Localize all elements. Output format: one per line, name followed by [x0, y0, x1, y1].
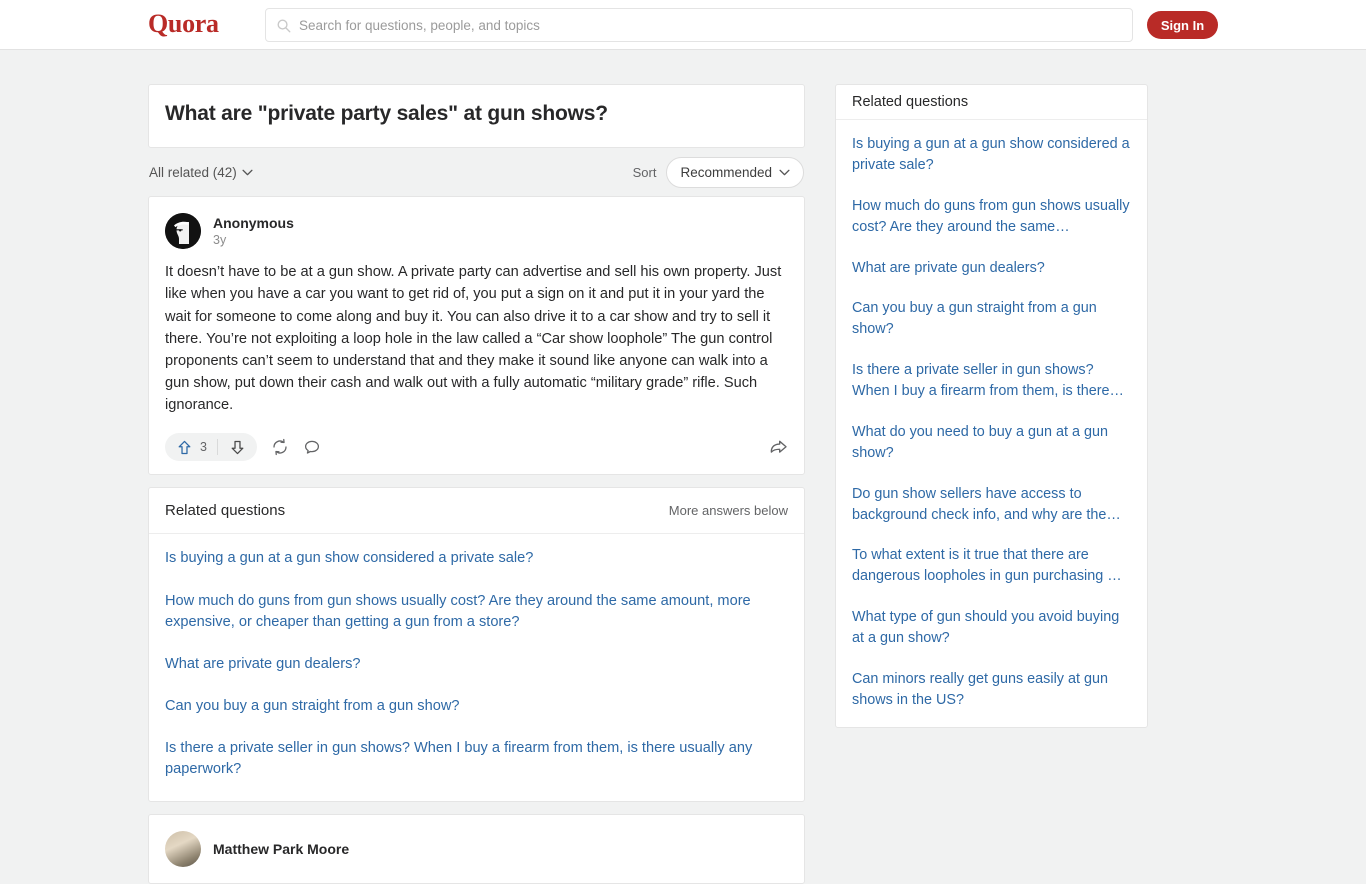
- downvote-button[interactable]: [218, 439, 257, 456]
- author-name[interactable]: Matthew Park Moore: [213, 841, 349, 857]
- list-item[interactable]: How much do guns from gun shows usually …: [165, 591, 788, 633]
- share-button[interactable]: [769, 438, 788, 457]
- sidebar-related-title: Related questions: [852, 94, 969, 110]
- all-related-label: All related (42): [149, 164, 237, 180]
- list-item[interactable]: Is there a private seller in gun shows? …: [165, 738, 788, 780]
- list-item[interactable]: Can you buy a gun straight from a gun sh…: [852, 298, 1131, 340]
- search-icon: [277, 19, 291, 32]
- list-item[interactable]: To what extent is it true that there are…: [852, 545, 1131, 587]
- sign-in-button[interactable]: Sign In: [1147, 11, 1218, 39]
- answer-actions-left: 3: [165, 433, 321, 462]
- site-header: Quora Sign In: [0, 0, 1366, 50]
- chevron-down-icon: [242, 169, 253, 176]
- anonymous-mask-icon: [165, 213, 201, 250]
- answer-filter-bar: All related (42) Sort Recommended: [148, 148, 805, 196]
- sort-value: Recommended: [680, 164, 772, 180]
- list-item[interactable]: How much do guns from gun shows usually …: [852, 196, 1131, 238]
- upvote-icon: [178, 440, 191, 455]
- author-name[interactable]: Anonymous: [213, 215, 294, 231]
- search-input[interactable]: [299, 17, 1113, 33]
- sidebar-related-header: Related questions: [836, 85, 1147, 120]
- page-title: What are "private party sales" at gun sh…: [165, 102, 608, 125]
- list-item[interactable]: Is buying a gun at a gun show considered…: [165, 548, 788, 569]
- answer-timestamp: 3y: [213, 233, 227, 248]
- list-item[interactable]: Is buying a gun at a gun show considered…: [852, 134, 1131, 176]
- sort-label: Sort: [632, 164, 657, 180]
- list-item[interactable]: Is there a private seller in gun shows? …: [852, 360, 1131, 402]
- related-questions-title: Related questions: [165, 502, 286, 520]
- quora-logo[interactable]: Quora: [148, 9, 219, 39]
- share-icon: [770, 440, 787, 453]
- answer-action-bar: 3: [165, 430, 788, 464]
- main-column: What are "private party sales" at gun sh…: [148, 84, 805, 884]
- list-item[interactable]: Do gun show sellers have access to backg…: [852, 484, 1131, 526]
- question-card: What are "private party sales" at gun sh…: [148, 84, 805, 149]
- sidebar-related-questions-card: Related questions Is buying a gun at a g…: [835, 84, 1148, 728]
- list-item[interactable]: Can minors really get guns easily at gun…: [852, 669, 1131, 711]
- search-bar[interactable]: [265, 8, 1133, 42]
- next-answer-card: Matthew Park Moore: [148, 813, 805, 884]
- sidebar-related-list: Is buying a gun at a gun show considered…: [836, 120, 1147, 727]
- answer-body: It doesn’t have to be at a gun show. A p…: [165, 264, 782, 414]
- upvote-count: 3: [200, 440, 207, 455]
- repost-icon: [273, 439, 287, 456]
- chevron-down-icon: [779, 169, 790, 176]
- list-item[interactable]: What are private gun dealers?: [852, 258, 1131, 279]
- list-item[interactable]: What are private gun dealers?: [165, 654, 788, 675]
- all-related-filter[interactable]: All related (42): [149, 165, 253, 180]
- avatar[interactable]: [165, 830, 201, 867]
- sidebar: Related questions Is buying a gun at a g…: [835, 84, 1148, 728]
- more-answers-below-label[interactable]: More answers below: [669, 503, 788, 518]
- list-item[interactable]: Can you buy a gun straight from a gun sh…: [165, 696, 788, 717]
- related-questions-card: Related questions More answers below Is …: [148, 487, 805, 802]
- related-questions-list: Is buying a gun at a gun show considered…: [149, 534, 804, 800]
- answer-author-row: Anonymous 3y: [165, 213, 788, 250]
- list-item[interactable]: What type of gun should you avoid buying…: [852, 607, 1131, 649]
- sort-dropdown[interactable]: Recommended: [666, 156, 804, 188]
- vote-pill: 3: [165, 433, 257, 462]
- sort-control: Sort Recommended: [632, 156, 804, 188]
- related-questions-header: Related questions More answers below: [149, 488, 804, 535]
- comment-icon: [304, 441, 319, 455]
- list-item[interactable]: What do you need to buy a gun at a gun s…: [852, 422, 1131, 464]
- answer-author-info: Anonymous 3y: [213, 215, 294, 247]
- repost-button[interactable]: [271, 438, 289, 456]
- downvote-icon: [231, 440, 244, 455]
- anonymous-avatar[interactable]: [165, 213, 201, 250]
- answer-card: Anonymous 3y It doesn’t have to be at a …: [148, 196, 805, 476]
- next-answer-author-row: Matthew Park Moore: [165, 830, 788, 867]
- upvote-button[interactable]: 3: [165, 439, 217, 456]
- comment-button[interactable]: [303, 438, 321, 456]
